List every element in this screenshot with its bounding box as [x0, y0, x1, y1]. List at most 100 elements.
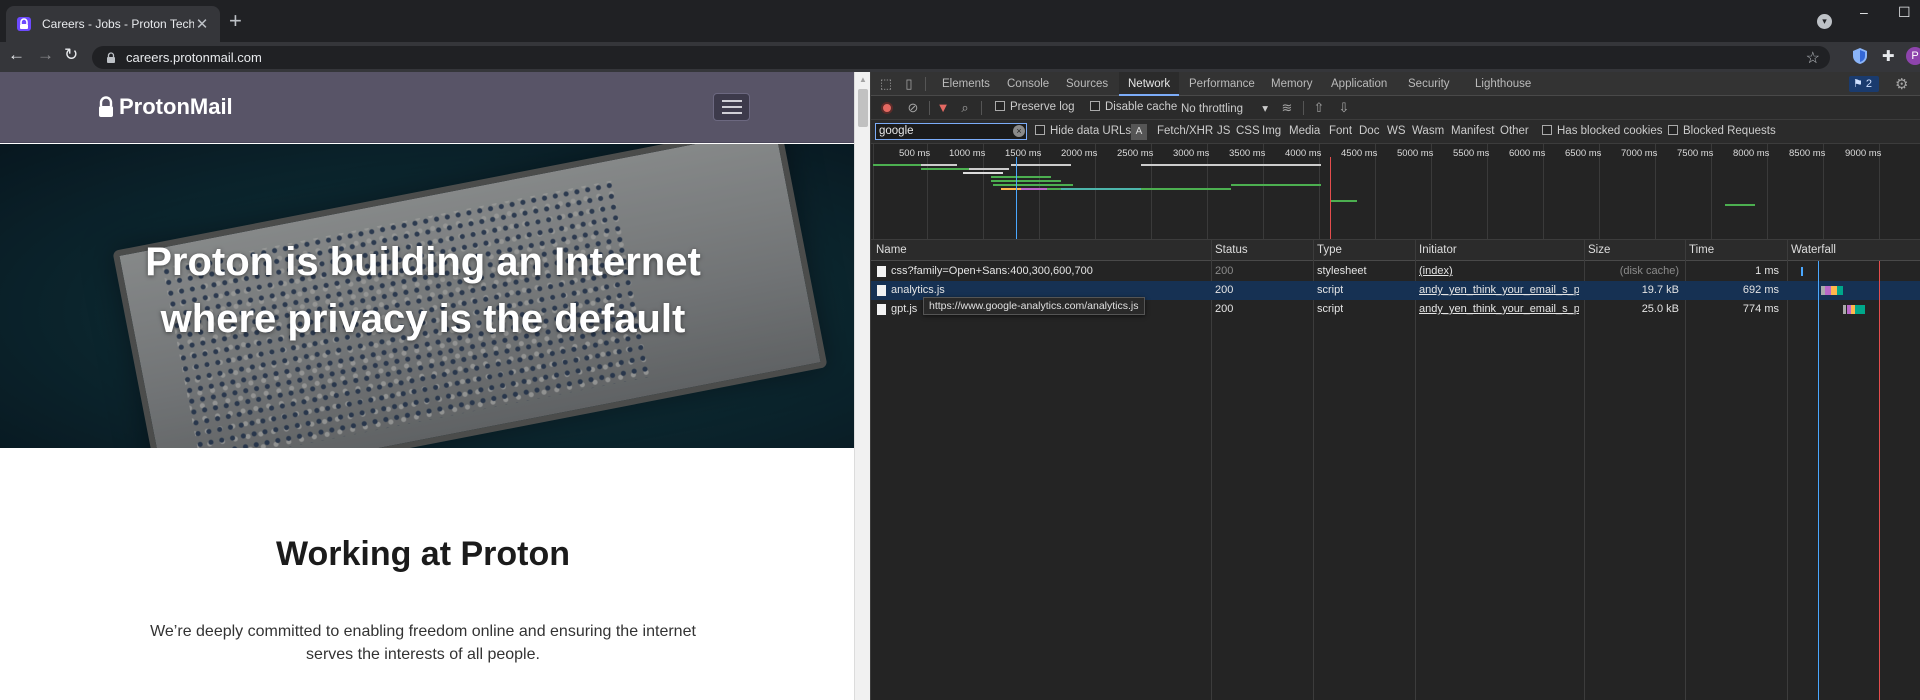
type-filter-fetch[interactable]: Fetch/XHR — [1157, 125, 1213, 137]
timeline-request-bar — [1021, 188, 1047, 190]
device-toolbar-icon[interactable]: ▯ — [901, 76, 917, 92]
record-icon[interactable] — [881, 102, 893, 114]
type-filter-wasm[interactable]: Wasm — [1412, 125, 1444, 137]
tab-security[interactable]: Security — [1399, 72, 1459, 96]
column-header-name[interactable]: Name — [876, 244, 907, 256]
tab-console[interactable]: Console — [998, 72, 1058, 96]
minimize-icon[interactable]: – — [1860, 4, 1868, 20]
column-header-size[interactable]: Size — [1588, 244, 1610, 256]
hide-data-urls-checkbox[interactable]: Hide data URLs — [1035, 125, 1131, 137]
network-overview-timeline[interactable]: 500 ms 1000 ms 1500 ms 2000 ms 2500 ms 3… — [871, 144, 1920, 240]
export-har-icon[interactable]: ⇩ — [1336, 100, 1352, 116]
protonmail-logo[interactable]: ProtonMail — [97, 94, 233, 120]
request-time: 692 ms — [1742, 284, 1779, 296]
tab-close-icon[interactable]: ✕ — [194, 15, 210, 33]
new-tab-icon[interactable]: + — [229, 10, 242, 32]
type-filter-font[interactable]: Font — [1329, 125, 1352, 137]
type-filter-manifest[interactable]: Manifest — [1451, 125, 1494, 137]
has-blocked-cookies-checkbox[interactable]: Has blocked cookies — [1542, 125, 1662, 137]
column-header-waterfall[interactable]: Waterfall — [1791, 244, 1836, 256]
type-filter-other[interactable]: Other — [1500, 125, 1529, 137]
network-toolbar: ⊘ ▼ ⌕ Preserve log Disable cache No thro… — [871, 96, 1920, 120]
tab-sources[interactable]: Sources — [1057, 72, 1117, 96]
maximize-icon[interactable]: ☐ — [1898, 4, 1911, 21]
timeline-tick-label: 5000 ms — [1397, 148, 1434, 159]
type-filter-media[interactable]: Media — [1289, 125, 1320, 137]
menu-toggle-button[interactable] — [713, 93, 750, 121]
scrollbar-thumb[interactable] — [858, 89, 868, 127]
type-filter-css[interactable]: CSS — [1236, 125, 1260, 137]
request-initiator[interactable]: (index) — [1419, 265, 1579, 277]
browser-tab[interactable]: Careers - Jobs - Proton Technolo ✕ — [6, 6, 220, 42]
throttling-select[interactable]: No throttling ▾ — [1181, 101, 1268, 115]
request-initiator[interactable]: andy_yen_think_your_email_s_pr... — [1419, 284, 1579, 296]
tab-performance[interactable]: Performance — [1180, 72, 1264, 96]
column-header-time[interactable]: Time — [1689, 244, 1714, 256]
settings-gear-icon[interactable]: ⚙ — [1895, 75, 1908, 93]
type-filter-doc[interactable]: Doc — [1359, 125, 1379, 137]
scroll-up-icon[interactable]: ▲ — [859, 75, 867, 84]
has-blocked-cookies-label: Has blocked cookies — [1557, 125, 1663, 137]
timeline-tick-label: 8000 ms — [1733, 148, 1770, 159]
devtools-panel: ⬚ ▯ Elements Console Sources Network Per… — [870, 72, 1920, 700]
issues-count: 2 — [1865, 78, 1873, 90]
request-type: script — [1317, 303, 1344, 315]
search-icon[interactable]: ⌕ — [957, 100, 973, 116]
tab-memory[interactable]: Memory — [1262, 72, 1322, 96]
tab-strip: Careers - Jobs - Proton Technolo ✕ + ▾ –… — [0, 0, 1920, 42]
timeline-tick-label: 5500 ms — [1453, 148, 1490, 159]
column-header-initiator[interactable]: Initiator — [1419, 244, 1457, 256]
timeline-request-bar — [1011, 164, 1071, 166]
invert-filter-button[interactable]: A — [1131, 124, 1147, 140]
blocked-requests-checkbox[interactable]: Blocked Requests — [1668, 125, 1776, 137]
reload-icon[interactable]: ↻ — [64, 45, 78, 65]
inspect-element-icon[interactable]: ⬚ — [878, 76, 894, 92]
checkbox-box — [1090, 101, 1100, 111]
tab-application[interactable]: Application — [1322, 72, 1396, 96]
type-filter-js[interactable]: JS — [1217, 125, 1230, 137]
import-har-icon[interactable]: ⇧ — [1311, 100, 1327, 116]
type-filter-img[interactable]: Img — [1262, 125, 1281, 137]
tab-elements[interactable]: Elements — [933, 72, 999, 96]
hero-heading: Proton is building an Internet where pri… — [0, 234, 846, 348]
hero-line-2: where privacy is the default — [160, 297, 686, 341]
hamburger-line-icon — [721, 112, 742, 114]
forward-icon[interactable]: → — [37, 45, 54, 65]
tab-lighthouse[interactable]: Lighthouse — [1466, 72, 1540, 96]
disable-cache-checkbox[interactable]: Disable cache — [1090, 101, 1177, 113]
network-conditions-icon[interactable]: ≋ — [1279, 100, 1295, 116]
address-bar[interactable]: careers.protonmail.com ☆ — [92, 46, 1830, 69]
back-icon[interactable]: ← — [8, 45, 25, 65]
request-time: 1 ms — [1755, 265, 1779, 277]
extensions-puzzle-icon[interactable]: ✚ — [1882, 47, 1900, 65]
timeline-tick-label: 9000 ms — [1845, 148, 1882, 159]
tab-search-icon[interactable]: ▾ — [1817, 14, 1832, 29]
timeline-request-bar — [991, 180, 1061, 182]
type-filter-ws[interactable]: WS — [1387, 125, 1406, 137]
issues-badge[interactable]: ⚑ 2 — [1849, 76, 1879, 92]
request-name: analytics.js — [891, 284, 945, 296]
filter-bar: google × Hide data URLs A Fetch/XHR JS C… — [871, 120, 1920, 144]
page-scrollbar[interactable]: ▲ — [854, 72, 870, 700]
filter-input[interactable]: google — [875, 123, 1027, 140]
request-status: 200 — [1215, 303, 1234, 315]
tab-network[interactable]: Network — [1119, 72, 1180, 96]
lock-icon — [107, 52, 115, 63]
preserve-log-checkbox[interactable]: Preserve log — [995, 101, 1075, 113]
timeline-request-bar — [873, 164, 921, 166]
bookmark-star-icon[interactable]: ☆ — [1806, 48, 1820, 68]
shield-extension-icon[interactable] — [1851, 47, 1869, 65]
timeline-tick-label: 8500 ms — [1789, 148, 1826, 159]
separator — [981, 101, 982, 115]
column-header-status[interactable]: Status — [1215, 244, 1248, 256]
clear-icon[interactable]: ⊘ — [905, 100, 921, 116]
hero-line-1: Proton is building an Internet — [145, 240, 701, 284]
column-header-type[interactable]: Type — [1317, 244, 1342, 256]
filter-icon[interactable]: ▼ — [935, 100, 951, 116]
clear-filter-icon[interactable]: × — [1013, 125, 1025, 137]
timeline-request-bar — [1001, 188, 1021, 190]
request-initiator[interactable]: andy_yen_think_your_email_s_pr... — [1419, 303, 1579, 315]
table-row[interactable]: css?family=Open+Sans:400,300,600,700 200… — [871, 262, 1920, 281]
waterfall-bar — [1855, 305, 1865, 314]
profile-avatar[interactable]: P — [1906, 47, 1920, 65]
